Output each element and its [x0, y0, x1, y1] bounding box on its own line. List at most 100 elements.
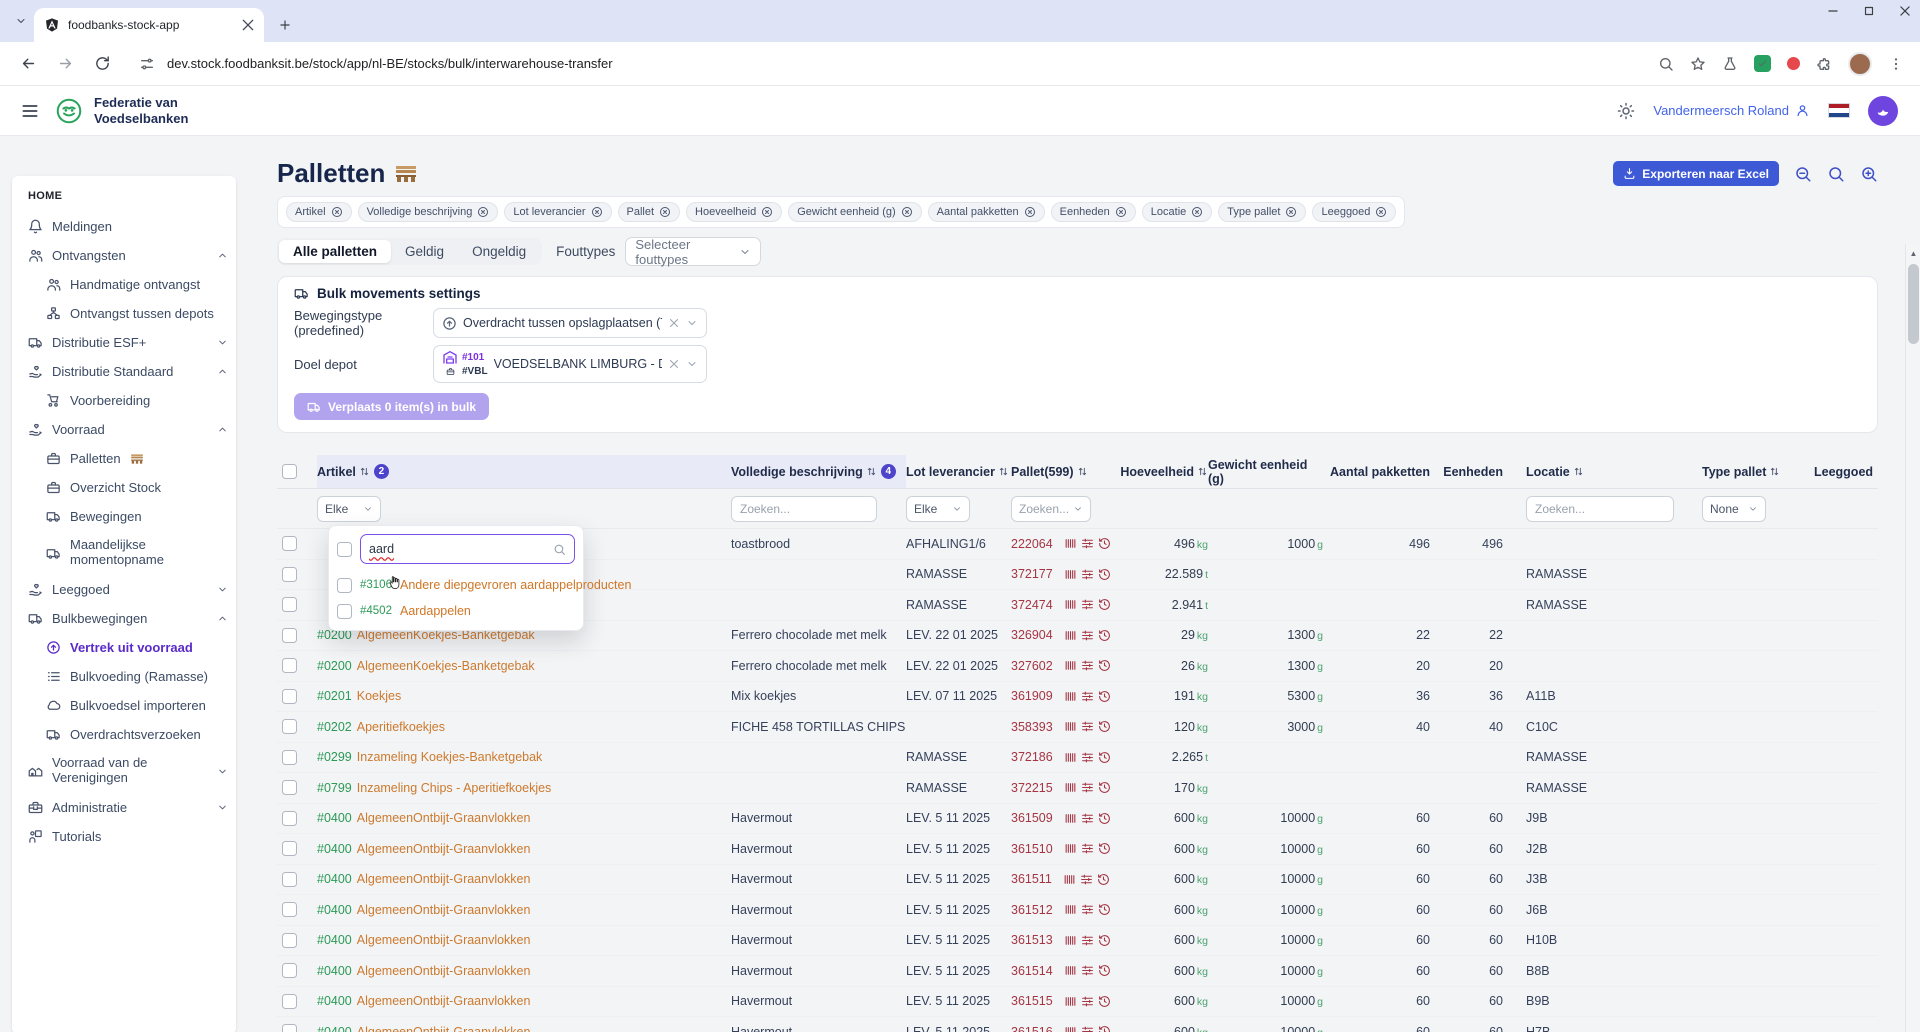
barcode-icon[interactable] [1064, 659, 1077, 672]
details-icon[interactable] [1081, 1025, 1094, 1032]
type-pallet-filter-select[interactable]: None [1702, 496, 1766, 522]
barcode-icon[interactable] [1064, 964, 1077, 977]
barcode-icon[interactable] [1064, 812, 1077, 825]
column-header-eenheden[interactable]: Eenheden [1430, 455, 1503, 488]
sort-icon[interactable] [998, 466, 1009, 477]
row-checkbox[interactable] [282, 567, 297, 582]
row-checkbox[interactable] [282, 689, 297, 704]
sidebar-item-leeggoed[interactable]: Leeggoed [28, 575, 236, 604]
history-icon[interactable] [1098, 903, 1111, 916]
scrollbar-thumb[interactable] [1908, 264, 1919, 344]
bookmark-star-icon[interactable] [1690, 56, 1706, 72]
details-icon[interactable] [1081, 842, 1094, 855]
tab-geldig[interactable]: Geldig [391, 240, 458, 263]
table-row[interactable]: #0299Inzameling Koekjes-BanketgebakRAMAS… [277, 743, 1878, 774]
artikel-name[interactable]: AlgemeenOntbijt-Graanvlokken [357, 842, 531, 856]
sidebar-item-voorraad-van-de-verenigingen[interactable]: Voorraad van de Verenigingen [28, 749, 236, 793]
remove-chip-icon[interactable] [591, 206, 603, 218]
artikel-name[interactable]: AlgemeenOntbijt-Graanvlokken [357, 903, 531, 917]
artikel-name[interactable]: AlgemeenOntbijt-Graanvlokken [357, 994, 531, 1008]
site-info-icon[interactable] [139, 56, 155, 72]
zoom-in-icon[interactable] [1860, 165, 1878, 183]
artikel-name[interactable]: AlgemeenOntbijt-Graanvlokken [357, 1025, 531, 1032]
history-icon[interactable] [1098, 537, 1111, 550]
table-row[interactable]: #0400AlgemeenOntbijt-GraanvlokkenHavermo… [277, 895, 1878, 926]
column-header-aantal-pakketten[interactable]: Aantal pakketten [1323, 455, 1430, 488]
sort-icon[interactable] [1077, 466, 1088, 477]
pallet-number[interactable]: 361511 [1011, 872, 1052, 886]
filter-chip[interactable]: Leeggoed [1312, 202, 1396, 222]
details-icon[interactable] [1081, 629, 1094, 642]
window-maximize-button[interactable] [1862, 4, 1876, 18]
artikel-name[interactable]: Inzameling Chips - Aperitiefkoekjes [357, 781, 552, 795]
pallet-number[interactable]: 372474 [1011, 598, 1053, 612]
filter-chip[interactable]: Pallet [618, 202, 681, 222]
history-icon[interactable] [1098, 1025, 1111, 1032]
row-checkbox[interactable] [282, 536, 297, 551]
details-icon[interactable] [1081, 995, 1094, 1008]
details-icon[interactable] [1081, 568, 1094, 581]
remove-chip-icon[interactable] [477, 206, 489, 218]
details-icon[interactable] [1081, 812, 1094, 825]
row-checkbox[interactable] [282, 628, 297, 643]
option-checkbox[interactable] [337, 578, 352, 593]
pallet-number[interactable]: 361515 [1011, 994, 1053, 1008]
browser-tab[interactable]: foodbanks-stock-app [34, 8, 264, 42]
table-row[interactable]: #0400AlgemeenOntbijt-GraanvlokkenHavermo… [277, 987, 1878, 1018]
table-row[interactable]: #0400AlgemeenOntbijt-GraanvlokkenHavermo… [277, 865, 1878, 896]
details-icon[interactable] [1081, 598, 1094, 611]
sidebar-item-bewegingen[interactable]: Bewegingen [28, 502, 236, 531]
column-header-gewicht-eenheid-g-[interactable]: Gewicht eenheid (g) [1208, 455, 1323, 488]
language-flag-nl[interactable] [1828, 103, 1850, 118]
sidebar-item-overzicht-stock[interactable]: Overzicht Stock [28, 473, 236, 502]
search-icon[interactable] [1658, 56, 1674, 72]
history-icon[interactable] [1098, 568, 1111, 581]
artikel-name[interactable]: Koekjes [357, 689, 401, 703]
column-header-type-pallet[interactable]: Type pallet [1683, 455, 1795, 488]
pallet-number[interactable]: 361909 [1011, 689, 1053, 703]
sidebar-item-ontvangsten[interactable]: Ontvangsten [28, 241, 236, 270]
column-header-pallet-599-[interactable]: Pallet(599) [1011, 455, 1123, 488]
remove-chip-icon[interactable] [659, 206, 671, 218]
pallet-number[interactable]: 372177 [1011, 567, 1053, 581]
remove-chip-icon[interactable] [1285, 206, 1297, 218]
sort-icon[interactable] [1769, 466, 1780, 477]
dropdown-select-all-checkbox[interactable] [337, 542, 352, 557]
details-icon[interactable] [1081, 751, 1094, 764]
table-row[interactable]: #0400AlgemeenOntbijt-GraanvlokkenHavermo… [277, 926, 1878, 957]
table-row[interactable]: #0202AperitiefkoekjesFICHE 458 TORTILLAS… [277, 712, 1878, 743]
sidebar-item-distributie-standaard[interactable]: Distributie Standaard [28, 357, 236, 386]
artikel-name[interactable]: AlgemeenOntbijt-Graanvlokken [357, 964, 531, 978]
table-row[interactable]: #0201KoekjesMix koekjesLEV. 07 11 202536… [277, 682, 1878, 713]
history-icon[interactable] [1098, 781, 1111, 794]
pallet-number[interactable]: 222064 [1011, 537, 1053, 551]
history-icon[interactable] [1098, 720, 1111, 733]
history-icon[interactable] [1098, 842, 1111, 855]
row-checkbox[interactable] [282, 658, 297, 673]
filter-chip[interactable]: Gewicht eenheid (g) [788, 202, 921, 222]
sidebar-item-meldingen[interactable]: Meldingen [28, 212, 236, 241]
row-checkbox[interactable] [282, 933, 297, 948]
barcode-icon[interactable] [1063, 873, 1076, 886]
details-icon[interactable] [1081, 690, 1094, 703]
row-checkbox[interactable] [282, 780, 297, 795]
barcode-icon[interactable] [1064, 537, 1077, 550]
artikel-name[interactable]: AlgemeenOntbijt-Graanvlokken [357, 811, 531, 825]
dropdown-option[interactable]: #3106Andere diepgevroren aardappelproduc… [329, 572, 583, 598]
locatie-search-input[interactable] [1526, 496, 1674, 522]
remove-chip-icon[interactable] [1375, 206, 1387, 218]
pallet-number[interactable]: 361516 [1011, 1025, 1053, 1032]
barcode-icon[interactable] [1064, 842, 1077, 855]
sidebar-item-voorraad[interactable]: Voorraad [28, 415, 236, 444]
artikel-name[interactable]: AlgemeenOntbijt-Graanvlokken [357, 872, 531, 886]
tab-fouttypes[interactable]: Fouttypes [556, 244, 615, 259]
table-row[interactable]: #0400AlgemeenOntbijt-GraanvlokkenHavermo… [277, 1017, 1878, 1032]
remove-chip-icon[interactable] [1191, 206, 1203, 218]
column-header-lot-leverancier[interactable]: Lot leverancier [906, 455, 1011, 488]
sidebar-item-vertrek-uit-voorraad[interactable]: Vertrek uit voorraad [28, 633, 236, 662]
details-icon[interactable] [1080, 873, 1093, 886]
remove-chip-icon[interactable] [761, 206, 773, 218]
tab-search-button[interactable] [10, 10, 32, 32]
url-text[interactable]: dev.stock.foodbanksit.be/stock/app/nl-BE… [167, 56, 1658, 71]
reload-icon[interactable] [94, 55, 111, 72]
